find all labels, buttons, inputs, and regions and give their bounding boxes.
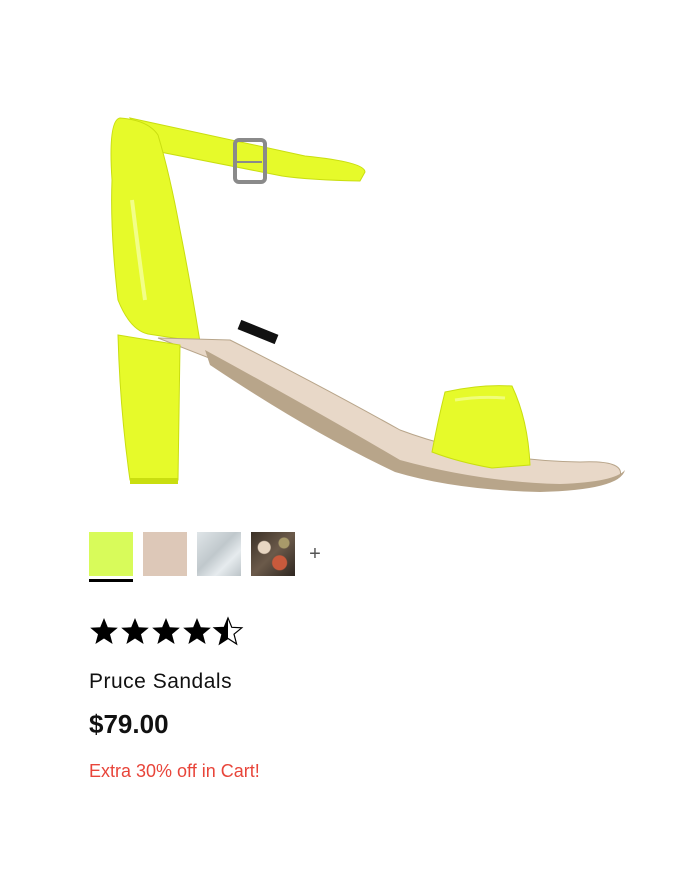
rating-stars bbox=[90, 617, 243, 645]
swatch-nude[interactable] bbox=[143, 532, 187, 584]
swatch-color-floral bbox=[251, 532, 295, 576]
heel-block bbox=[117, 334, 181, 481]
star-half-icon bbox=[213, 617, 243, 645]
swatch-silver[interactable] bbox=[197, 532, 241, 584]
star-full-icon bbox=[90, 618, 118, 644]
product-title[interactable]: Pruce Sandals bbox=[89, 670, 232, 694]
selected-swatch-indicator bbox=[89, 579, 133, 582]
swatch-neon-yellow[interactable] bbox=[89, 532, 133, 584]
star-full-icon bbox=[152, 618, 180, 644]
product-price: $79.00 bbox=[89, 709, 169, 739]
star-full-icon bbox=[121, 618, 149, 644]
swatch-color-silver bbox=[197, 532, 241, 576]
product-image[interactable] bbox=[60, 80, 650, 520]
promo-text: Extra 30% off in Cart! bbox=[89, 761, 260, 781]
more-swatches-button[interactable]: + bbox=[303, 532, 327, 576]
color-swatches: + bbox=[89, 532, 327, 584]
swatch-color-neon-yellow bbox=[89, 532, 133, 576]
swatch-floral[interactable] bbox=[251, 532, 295, 584]
brand-label bbox=[237, 319, 279, 345]
star-full-icon bbox=[183, 618, 211, 644]
swatch-color-nude bbox=[143, 532, 187, 576]
